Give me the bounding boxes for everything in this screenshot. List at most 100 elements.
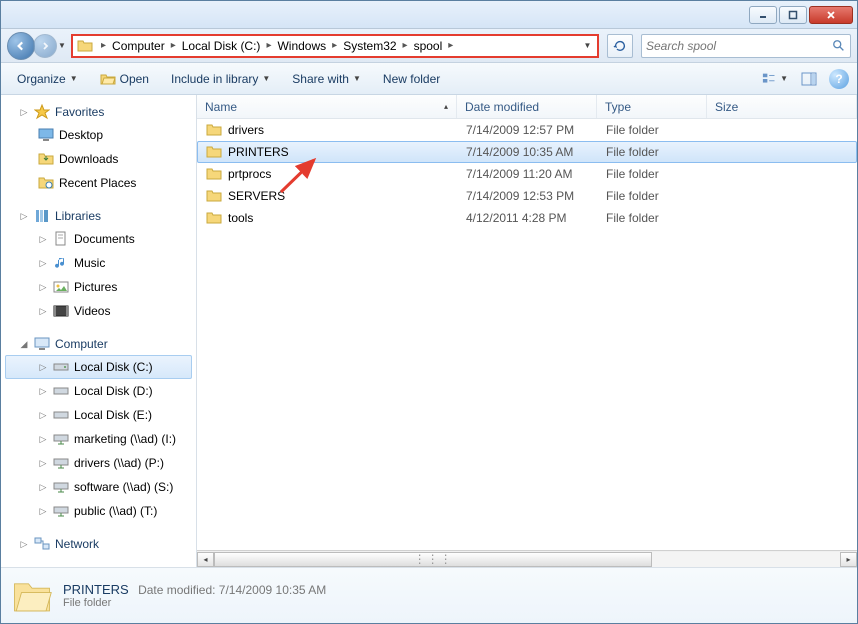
navigation-pane[interactable]: ▷Favorites Desktop Downloads Recent Plac… [1, 95, 197, 567]
search-input[interactable] [646, 39, 832, 53]
minimize-button[interactable] [749, 6, 777, 24]
file-row[interactable]: SERVERS7/14/2009 12:53 PMFile folder [197, 185, 857, 207]
breadcrumb-item[interactable]: System32 [341, 39, 398, 53]
breadcrumb-item[interactable]: Local Disk (C:) [180, 39, 263, 53]
chevron-right-icon: ▸ [328, 40, 341, 51]
file-list[interactable]: drivers7/14/2009 12:57 PMFile folderPRIN… [197, 119, 857, 550]
help-icon: ? [835, 72, 842, 86]
drive-icon [53, 359, 69, 375]
file-date: 7/14/2009 12:57 PM [458, 123, 598, 137]
view-icon [762, 72, 778, 86]
sidebar-item-net-drivers[interactable]: ▷drivers (\\ad) (P:) [1, 451, 196, 475]
videos-icon [53, 303, 69, 319]
folder-icon [206, 210, 222, 226]
address-dropdown[interactable]: ▼ [577, 36, 597, 56]
sidebar-item-pictures[interactable]: ▷Pictures [1, 275, 196, 299]
network-group[interactable]: ▷Network [1, 533, 196, 555]
new-folder-button[interactable]: New folder [375, 68, 448, 90]
file-row[interactable]: prtprocs7/14/2009 11:20 AMFile folder [197, 163, 857, 185]
file-date: 7/14/2009 11:20 AM [458, 167, 598, 181]
search-box[interactable] [641, 34, 851, 58]
share-menu[interactable]: Share with ▼ [284, 68, 369, 90]
file-row[interactable]: tools4/12/2011 4:28 PMFile folder [197, 207, 857, 229]
scroll-left-button[interactable]: ◂ [197, 552, 214, 567]
sidebar-item-downloads[interactable]: Downloads [1, 147, 196, 171]
view-menu[interactable]: ▼ [761, 68, 789, 90]
network-drive-icon [53, 503, 69, 519]
file-date: 7/14/2009 10:35 AM [458, 145, 598, 159]
sidebar-item-documents[interactable]: ▷Documents [1, 227, 196, 251]
include-label: Include in library [171, 72, 258, 86]
search-icon [832, 39, 846, 53]
network-drive-icon [53, 431, 69, 447]
folder-icon [206, 166, 222, 182]
folder-icon [77, 38, 93, 54]
breadcrumb-item[interactable]: Computer [110, 39, 167, 53]
sidebar-item-net-public[interactable]: ▷public (\\ad) (T:) [1, 499, 196, 523]
column-name[interactable]: Name▴ [197, 95, 457, 118]
column-date[interactable]: Date modified [457, 95, 597, 118]
include-library-menu[interactable]: Include in library ▼ [163, 68, 278, 90]
scroll-right-button[interactable]: ▸ [840, 552, 857, 567]
scroll-thumb[interactable]: ⋮⋮⋮ [214, 552, 652, 567]
breadcrumb-item[interactable]: spool [412, 39, 445, 53]
nav-history-dropdown[interactable]: ▼ [57, 40, 67, 52]
favorites-label: Favorites [55, 105, 104, 119]
chevron-right-icon: ▸ [167, 40, 180, 51]
recent-icon [38, 175, 54, 191]
file-type: File folder [598, 167, 708, 181]
file-row[interactable]: drivers7/14/2009 12:57 PMFile folder [197, 119, 857, 141]
file-row[interactable]: PRINTERS7/14/2009 10:35 AMFile folder [197, 141, 857, 163]
address-bar[interactable]: ▸ Computer ▸ Local Disk (C:) ▸ Windows ▸… [71, 34, 599, 58]
network-drive-icon [53, 455, 69, 471]
favorites-group[interactable]: ▷Favorites [1, 101, 196, 123]
pictures-icon [53, 279, 69, 295]
sidebar-item-music[interactable]: ▷Music [1, 251, 196, 275]
breadcrumb-item[interactable]: Windows [275, 39, 328, 53]
maximize-button[interactable] [779, 6, 807, 24]
organize-menu[interactable]: Organize ▼ [9, 68, 86, 90]
help-button[interactable]: ? [829, 69, 849, 89]
navigation-bar: ▼ ▸ Computer ▸ Local Disk (C:) ▸ Windows… [1, 29, 857, 63]
scroll-track[interactable]: ⋮⋮⋮ [214, 552, 840, 567]
folder-large-icon [11, 575, 53, 617]
back-button[interactable] [7, 32, 35, 60]
sidebar-item-net-software[interactable]: ▷software (\\ad) (S:) [1, 475, 196, 499]
details-type: File folder [63, 597, 326, 609]
column-type[interactable]: Type [597, 95, 707, 118]
file-name: tools [228, 211, 253, 225]
organize-label: Organize [17, 72, 66, 86]
sidebar-item-local-c[interactable]: ▷Local Disk (C:) [5, 355, 192, 379]
folder-icon [206, 188, 222, 204]
sidebar-item-local-e[interactable]: ▷Local Disk (E:) [1, 403, 196, 427]
downloads-icon [38, 151, 54, 167]
sidebar-item-videos[interactable]: ▷Videos [1, 299, 196, 323]
open-button[interactable]: Open [92, 67, 157, 91]
libraries-group[interactable]: ▷Libraries [1, 205, 196, 227]
network-drive-icon [53, 479, 69, 495]
content-body: ▷Favorites Desktop Downloads Recent Plac… [1, 95, 857, 567]
drive-icon [53, 383, 69, 399]
file-type: File folder [598, 145, 708, 159]
refresh-icon [613, 39, 627, 53]
horizontal-scrollbar[interactable]: ◂ ⋮⋮⋮ ▸ [197, 550, 857, 567]
forward-button[interactable] [33, 34, 57, 58]
computer-icon [34, 336, 50, 352]
close-button[interactable] [809, 6, 853, 24]
sidebar-item-recent[interactable]: Recent Places [1, 171, 196, 195]
preview-pane-button[interactable] [795, 68, 823, 90]
column-size[interactable]: Size [707, 95, 857, 118]
titlebar [1, 1, 857, 29]
folder-icon [206, 144, 222, 160]
drive-icon [53, 407, 69, 423]
star-icon [34, 104, 50, 120]
sidebar-item-desktop[interactable]: Desktop [1, 123, 196, 147]
sidebar-item-local-d[interactable]: ▷Local Disk (D:) [1, 379, 196, 403]
file-date: 4/12/2011 4:28 PM [458, 211, 598, 225]
computer-group[interactable]: ◢Computer [1, 333, 196, 355]
refresh-button[interactable] [607, 34, 633, 58]
file-type: File folder [598, 123, 708, 137]
chevron-right-icon: ▸ [262, 40, 275, 51]
sidebar-item-net-marketing[interactable]: ▷marketing (\\ad) (I:) [1, 427, 196, 451]
folder-icon [206, 122, 222, 138]
